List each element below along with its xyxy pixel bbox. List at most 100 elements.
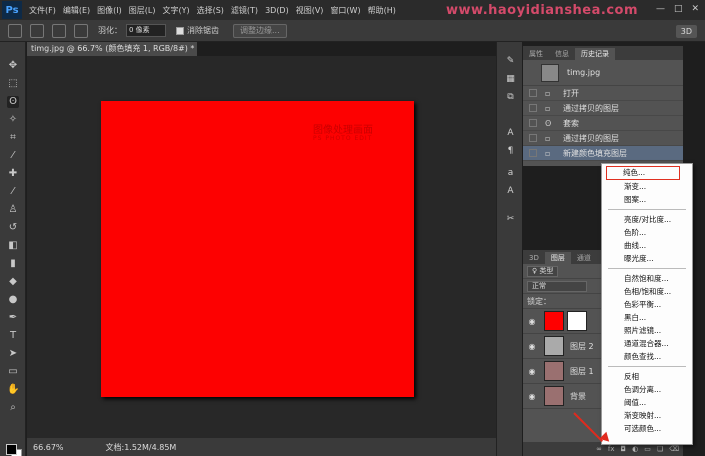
history-source-box[interactable] bbox=[529, 134, 537, 142]
history-source-box[interactable] bbox=[529, 119, 537, 127]
new-selection-icon[interactable] bbox=[30, 23, 44, 38]
blend-mode-select[interactable]: 正常 bbox=[527, 280, 587, 292]
menu-item-photo-filter[interactable]: 照片滤镜... bbox=[602, 324, 692, 337]
menu-item-levels[interactable]: 色阶... bbox=[602, 226, 692, 239]
hand-tool-icon[interactable]: ✋ bbox=[7, 384, 19, 396]
magic-wand-tool-icon[interactable]: ✧ bbox=[7, 114, 19, 126]
tab-info[interactable]: 信息 bbox=[549, 48, 575, 60]
document-info[interactable]: 文档:1.52M/4.85M bbox=[106, 442, 177, 453]
blur-tool-icon[interactable]: ◆ bbox=[7, 276, 19, 288]
dodge-tool-icon[interactable]: ● bbox=[7, 294, 19, 306]
mask-icon[interactable]: ◘ bbox=[621, 445, 627, 453]
lasso-tool-icon[interactable]: ʘ bbox=[7, 96, 19, 108]
menu-item-solid-color[interactable]: 纯色... bbox=[606, 166, 680, 180]
history-item[interactable]: ▫ 通过拷贝的图层 bbox=[523, 101, 683, 116]
history-source-box[interactable] bbox=[529, 104, 537, 112]
brush-tool-icon[interactable]: ⁄ bbox=[7, 186, 19, 198]
workspace-3d-button[interactable]: 3D bbox=[675, 25, 697, 38]
menu-item-gradient-map[interactable]: 渐变映射... bbox=[602, 409, 692, 422]
style-panel-icon[interactable]: A bbox=[505, 186, 516, 197]
shape-tool-icon[interactable]: ▭ bbox=[7, 366, 19, 378]
menu-item-pattern[interactable]: 图案... bbox=[602, 193, 692, 206]
menu-item-brightness-contrast[interactable]: 亮度/对比度... bbox=[602, 213, 692, 226]
maximize-icon[interactable]: □ bbox=[674, 4, 683, 14]
tab-properties[interactable]: 属性 bbox=[523, 48, 549, 60]
refine-edge-button[interactable]: 调整边缘... bbox=[233, 23, 287, 38]
layer-name[interactable]: 背景 bbox=[570, 391, 586, 402]
tab-channels[interactable]: 通道 bbox=[571, 252, 597, 264]
menu-item-black-white[interactable]: 黑白... bbox=[602, 311, 692, 324]
brush-panel-icon[interactable]: ✎ bbox=[505, 56, 516, 67]
canvas-area[interactable]: 图像处理画面 PS PHOTO EDIT bbox=[27, 56, 496, 438]
menu-edit[interactable]: 编辑(E) bbox=[63, 5, 90, 16]
trash-icon[interactable]: ⌫ bbox=[669, 445, 679, 453]
type-tool-icon[interactable]: T bbox=[7, 330, 19, 342]
close-icon[interactable]: ✕ bbox=[691, 4, 699, 14]
link-icon[interactable]: ∞ bbox=[596, 445, 602, 453]
tab-history[interactable]: 历史记录 bbox=[575, 48, 615, 60]
menu-filter[interactable]: 滤镜(T) bbox=[231, 5, 258, 16]
menu-item-invert[interactable]: 反相 bbox=[602, 370, 692, 383]
menu-item-channel-mixer[interactable]: 通道混合器... bbox=[602, 337, 692, 350]
menu-view[interactable]: 视图(V) bbox=[296, 5, 324, 16]
foreground-color-swatch[interactable] bbox=[6, 444, 17, 455]
gradient-tool-icon[interactable]: ▮ bbox=[7, 258, 19, 270]
tab-3d[interactable]: 3D bbox=[523, 252, 545, 264]
adjustment-icon[interactable]: ◐ bbox=[632, 445, 638, 453]
minimize-icon[interactable]: — bbox=[656, 4, 665, 14]
history-brush-icon[interactable]: ↺ bbox=[7, 222, 19, 234]
menu-type[interactable]: 文字(Y) bbox=[162, 5, 189, 16]
history-item[interactable]: ▫ 打开 bbox=[523, 86, 683, 101]
subtract-selection-icon[interactable] bbox=[74, 23, 88, 38]
document-tab[interactable]: timg.jpg @ 66.7% (颜色填充 1, RGB/8#) * bbox=[27, 42, 197, 56]
eye-icon[interactable]: ◉ bbox=[526, 342, 538, 351]
zoom-tool-icon[interactable]: ⌕ bbox=[7, 402, 19, 414]
history-item[interactable]: ▫ 新建颜色填充图层 bbox=[523, 146, 683, 161]
menu-image[interactable]: 图像(I) bbox=[97, 5, 122, 16]
menu-select[interactable]: 选择(S) bbox=[197, 5, 224, 16]
layer-name[interactable]: 图层 1 bbox=[570, 366, 594, 377]
zoom-level[interactable]: 66.67% bbox=[33, 443, 64, 452]
history-item[interactable]: ▫ 通过拷贝的图层 bbox=[523, 131, 683, 146]
swatches-panel-icon[interactable]: ▦ bbox=[505, 74, 516, 85]
eyedropper-tool-icon[interactable]: ⁄ bbox=[7, 150, 19, 162]
history-item[interactable]: ʘ 套索 bbox=[523, 116, 683, 131]
lasso-preset-icon[interactable] bbox=[8, 23, 22, 38]
menu-item-color-balance[interactable]: 色彩平衡... bbox=[602, 298, 692, 311]
history-source-box[interactable] bbox=[529, 89, 537, 97]
menu-item-curves[interactable]: 曲线... bbox=[602, 239, 692, 252]
move-tool-icon[interactable]: ✥ bbox=[7, 60, 19, 72]
marquee-tool-icon[interactable]: ⬚ bbox=[7, 78, 19, 90]
kind-filter-select[interactable]: ♀ 类型 bbox=[527, 265, 559, 277]
tools-preset-icon[interactable]: ✂ bbox=[505, 214, 516, 225]
menu-window[interactable]: 窗口(W) bbox=[330, 5, 360, 16]
eye-icon[interactable]: ◉ bbox=[526, 392, 538, 401]
eraser-tool-icon[interactable]: ◧ bbox=[7, 240, 19, 252]
layer-mask-thumbnail[interactable] bbox=[567, 311, 587, 331]
menu-item-vibrance[interactable]: 自然饱和度... bbox=[602, 272, 692, 285]
menu-item-hue-saturation[interactable]: 色相/饱和度... bbox=[602, 285, 692, 298]
menu-item-selective-color[interactable]: 可选颜色... bbox=[602, 422, 692, 435]
layer-name[interactable]: 图层 2 bbox=[570, 341, 594, 352]
eye-icon[interactable]: ◉ bbox=[526, 317, 538, 326]
menu-item-gradient[interactable]: 渐变... bbox=[602, 180, 692, 193]
character-panel-icon[interactable]: A bbox=[505, 128, 516, 139]
folder-icon[interactable]: ▭ bbox=[644, 445, 651, 453]
history-snapshot[interactable]: timg.jpg bbox=[523, 60, 683, 86]
healing-tool-icon[interactable]: ✚ bbox=[7, 168, 19, 180]
tab-layers[interactable]: 图层 bbox=[544, 252, 571, 264]
paragraph-panel-icon[interactable]: ¶ bbox=[505, 146, 516, 157]
new-layer-icon[interactable]: ❏ bbox=[657, 445, 663, 453]
add-selection-icon[interactable] bbox=[52, 23, 66, 38]
menu-3d[interactable]: 3D(D) bbox=[265, 6, 289, 15]
pen-tool-icon[interactable]: ✒ bbox=[7, 312, 19, 324]
eye-icon[interactable]: ◉ bbox=[526, 367, 538, 376]
crop-tool-icon[interactable]: ⌗ bbox=[7, 132, 19, 144]
history-source-box[interactable] bbox=[529, 149, 537, 157]
clone-source-icon[interactable]: ⧉ bbox=[505, 92, 516, 103]
path-select-tool-icon[interactable]: ➤ bbox=[7, 348, 19, 360]
menu-item-threshold[interactable]: 阈值... bbox=[602, 396, 692, 409]
glyph-panel-icon[interactable]: a bbox=[505, 168, 516, 179]
antialias-checkbox[interactable] bbox=[176, 26, 184, 35]
menu-item-color-lookup[interactable]: 颜色查找... bbox=[602, 350, 692, 363]
